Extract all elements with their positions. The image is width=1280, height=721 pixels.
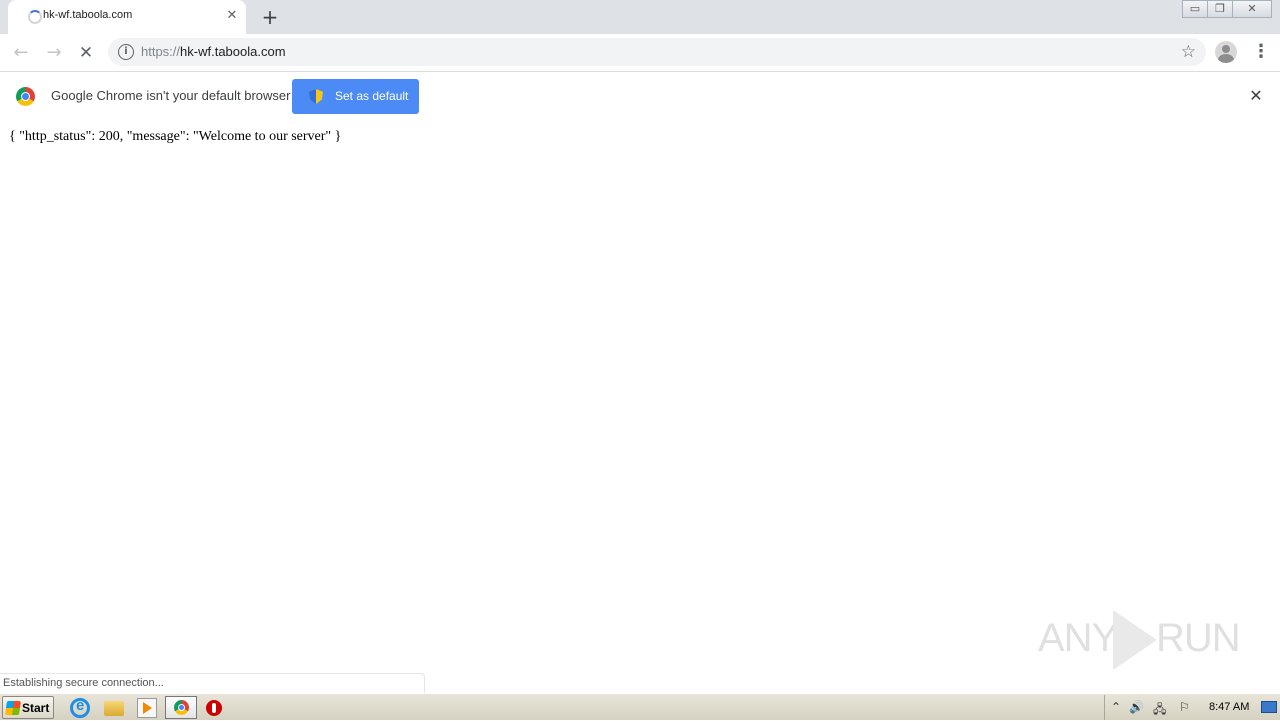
volume-icon[interactable]: 🔊	[1129, 700, 1144, 714]
show-desktop-icon[interactable]	[1261, 701, 1277, 713]
minimize-button[interactable]: ▭	[1182, 0, 1208, 18]
tab-close-icon[interactable]: ✕	[224, 8, 240, 24]
uac-shield-icon	[309, 89, 323, 104]
status-bubble: Establishing secure connection...	[0, 673, 425, 693]
network-icon[interactable]: 🖧	[1153, 700, 1166, 721]
watermark-play-icon	[1113, 610, 1157, 670]
windows-taskbar: Start ⌃ 🔊 🖧 ⚐ 8:47 AM	[0, 693, 1280, 720]
tray-expand-icon[interactable]: ⌃	[1111, 700, 1121, 714]
url-text[interactable]: https://hk-wf.taboola.com	[141, 44, 286, 59]
tab-strip: hk-wf.taboola.com ✕ + ▭ ❐ ✕	[0, 0, 1280, 34]
stop-button[interactable]: ✕	[75, 42, 97, 64]
action-center-flag-icon[interactable]: ⚐	[1179, 700, 1190, 714]
restore-button[interactable]: ❐	[1207, 0, 1233, 18]
anyrun-watermark: ANY RUN	[1038, 608, 1241, 672]
page-content: { "http_status": 200, "message": "Welcom…	[0, 121, 1280, 673]
new-tab-button[interactable]: +	[260, 7, 280, 27]
json-response-text: { "http_status": 200, "message": "Welcom…	[9, 129, 342, 144]
loading-spinner-icon	[28, 10, 42, 24]
taskbar-clock[interactable]: 8:47 AM	[1209, 701, 1249, 713]
back-button[interactable]: ←	[10, 42, 32, 64]
system-tray: ⌃ 🔊 🖧 ⚐ 8:47 AM	[1104, 695, 1280, 720]
site-info-icon[interactable]: i	[118, 44, 134, 60]
start-label: Start	[22, 701, 50, 715]
url-scheme: https://	[141, 44, 181, 59]
windows-flag-icon	[5, 701, 21, 715]
internet-explorer-icon[interactable]	[70, 697, 90, 718]
set-as-default-button[interactable]: Set as default	[292, 79, 419, 114]
start-button[interactable]: Start	[2, 696, 54, 719]
media-player-icon[interactable]	[137, 698, 157, 718]
tab-active[interactable]: hk-wf.taboola.com ✕	[8, 0, 246, 34]
status-text: Establishing secure connection...	[3, 677, 164, 689]
infobar-close-icon[interactable]: ✕	[1248, 88, 1264, 104]
menu-kebab-icon[interactable]: ⋮	[1252, 41, 1270, 63]
file-explorer-icon[interactable]	[104, 701, 124, 716]
chrome-icon	[174, 700, 189, 715]
chrome-logo-icon	[16, 87, 35, 106]
opera-icon[interactable]	[206, 700, 222, 716]
window-controls: ▭ ❐ ✕	[1182, 0, 1272, 18]
default-browser-infobar: Google Chrome isn't your default browser…	[0, 71, 1280, 121]
watermark-any: ANY	[1038, 616, 1118, 660]
avatar-head	[1222, 45, 1230, 53]
avatar-body	[1218, 54, 1234, 63]
url-host: hk-wf.taboola.com	[180, 44, 286, 59]
set-as-default-label: Set as default	[335, 89, 409, 103]
infobar-message: Google Chrome isn't your default browser	[51, 88, 291, 103]
forward-button[interactable]: →	[43, 42, 65, 64]
tab-title: hk-wf.taboola.com	[43, 9, 133, 21]
bookmark-star-icon[interactable]: ☆	[1181, 42, 1196, 62]
chrome-taskbar-button[interactable]	[165, 696, 197, 719]
address-bar[interactable]: i https://hk-wf.taboola.com ☆	[108, 38, 1206, 66]
watermark-run: RUN	[1156, 616, 1241, 660]
browser-toolbar: ← → ✕ i https://hk-wf.taboola.com ☆ ⋮	[0, 34, 1280, 71]
profile-avatar-icon[interactable]	[1215, 41, 1237, 63]
window-close-button[interactable]: ✕	[1232, 0, 1272, 18]
